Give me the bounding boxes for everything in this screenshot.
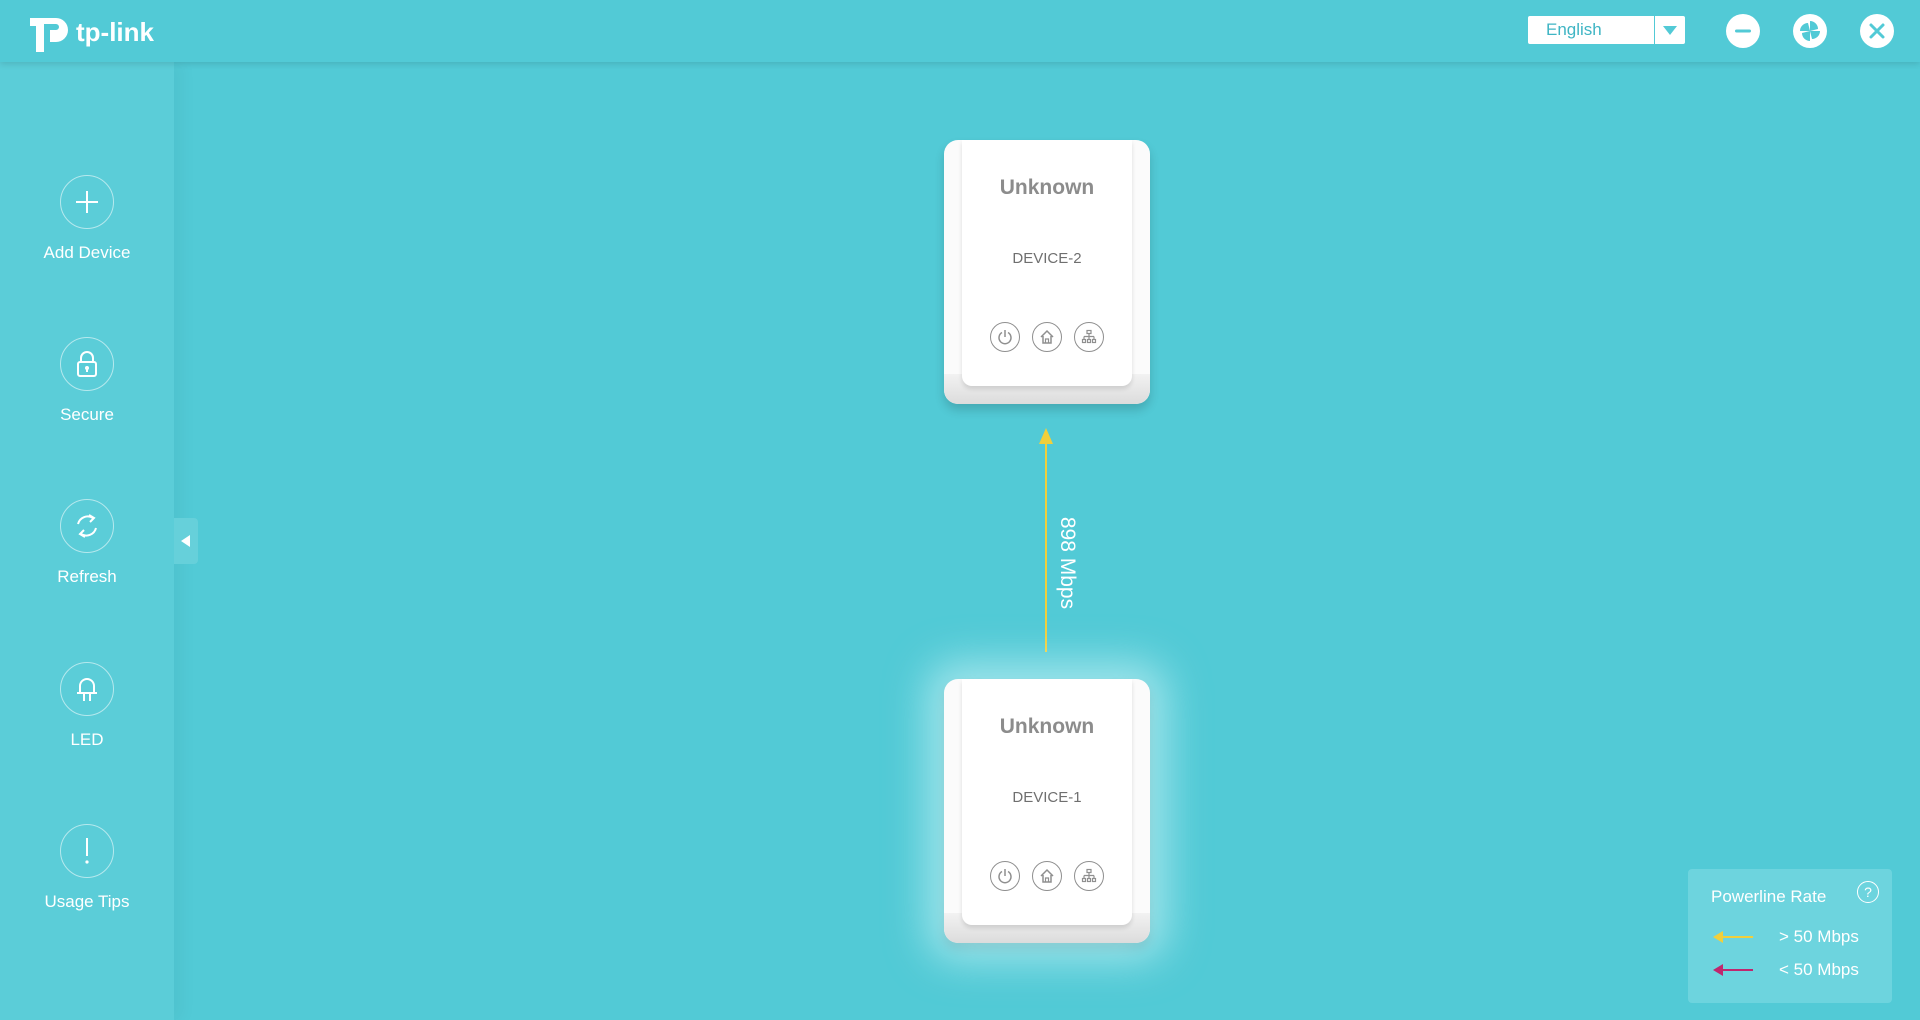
help-icon[interactable]: ? xyxy=(1857,881,1879,903)
logo-text: tp-link xyxy=(76,16,154,47)
collapse-sidebar-button[interactable] xyxy=(174,518,198,564)
device-name: Unknown xyxy=(999,176,1095,199)
sidebar-item-add-device[interactable]: Add Device xyxy=(0,175,174,263)
minus-icon xyxy=(1735,29,1751,33)
arrow-left-icon xyxy=(1713,931,1753,943)
language-value: English xyxy=(1546,20,1602,39)
legend-row-high: > 50 Mbps xyxy=(1713,927,1859,947)
tp-link-logo: tp-link xyxy=(26,10,156,54)
sidebar-item-usage-tips[interactable]: Usage Tips xyxy=(0,824,174,912)
top-bar: tp-link English xyxy=(0,0,1920,62)
settings-button[interactable] xyxy=(1793,14,1827,48)
device-card[interactable]: Unknown DEVICE-2 xyxy=(944,140,1150,404)
device-id: DEVICE-2 xyxy=(1012,250,1082,267)
ethernet-icon xyxy=(1074,861,1104,891)
arrow-left-icon xyxy=(1713,964,1753,976)
legend-label: < 50 Mbps xyxy=(1779,960,1859,979)
sidebar-item-label: LED xyxy=(70,730,104,749)
device-card[interactable]: Unknown DEVICE-1 xyxy=(944,679,1150,943)
sidebar-item-refresh[interactable]: Refresh xyxy=(0,499,174,587)
chevron-left-icon xyxy=(181,535,190,547)
lock-icon[interactable] xyxy=(60,337,114,391)
legend-row-low: < 50 Mbps xyxy=(1713,960,1859,980)
device-status-icons xyxy=(944,322,1150,352)
language-select[interactable]: English xyxy=(1528,16,1685,44)
sidebar-item-led[interactable]: LED xyxy=(0,662,174,750)
bulb-icon[interactable] xyxy=(60,662,114,716)
tp-link-logo-icon xyxy=(30,18,68,52)
sidebar-item-label: Usage Tips xyxy=(44,892,130,911)
device-status-icons xyxy=(944,861,1150,891)
sidebar-item-label: Refresh xyxy=(57,567,117,586)
legend-label: > 50 Mbps xyxy=(1779,927,1859,946)
powerline-rate-legend: Powerline Rate ? > 50 Mbps < 50 Mbps xyxy=(1688,869,1892,1003)
legend-title: Powerline Rate xyxy=(1711,887,1827,906)
power-icon xyxy=(990,322,1020,352)
close-icon xyxy=(1869,23,1885,39)
house-icon xyxy=(1032,861,1062,891)
house-icon xyxy=(1032,322,1062,352)
device-name: Unknown xyxy=(999,715,1095,738)
power-icon xyxy=(990,861,1020,891)
minimize-button[interactable] xyxy=(1726,14,1760,48)
sidebar-item-secure[interactable]: Secure xyxy=(0,337,174,425)
sidebar-item-label: Add Device xyxy=(43,243,131,262)
sidebar-item-label: Secure xyxy=(60,405,114,424)
ethernet-icon xyxy=(1074,322,1104,352)
chevron-down-icon[interactable] xyxy=(1654,16,1685,44)
close-button[interactable] xyxy=(1860,14,1894,48)
powerline-link xyxy=(1045,438,1047,652)
device-id: DEVICE-1 xyxy=(1012,789,1082,806)
pinwheel-icon xyxy=(1800,21,1820,41)
plus-icon[interactable] xyxy=(60,175,114,229)
link-rate-label: 898 Mbps xyxy=(1056,516,1079,610)
exclamation-icon[interactable] xyxy=(60,824,114,878)
sidebar: Add Device Secure Refresh LED Usage Tips xyxy=(0,62,174,1020)
refresh-icon[interactable] xyxy=(60,499,114,553)
